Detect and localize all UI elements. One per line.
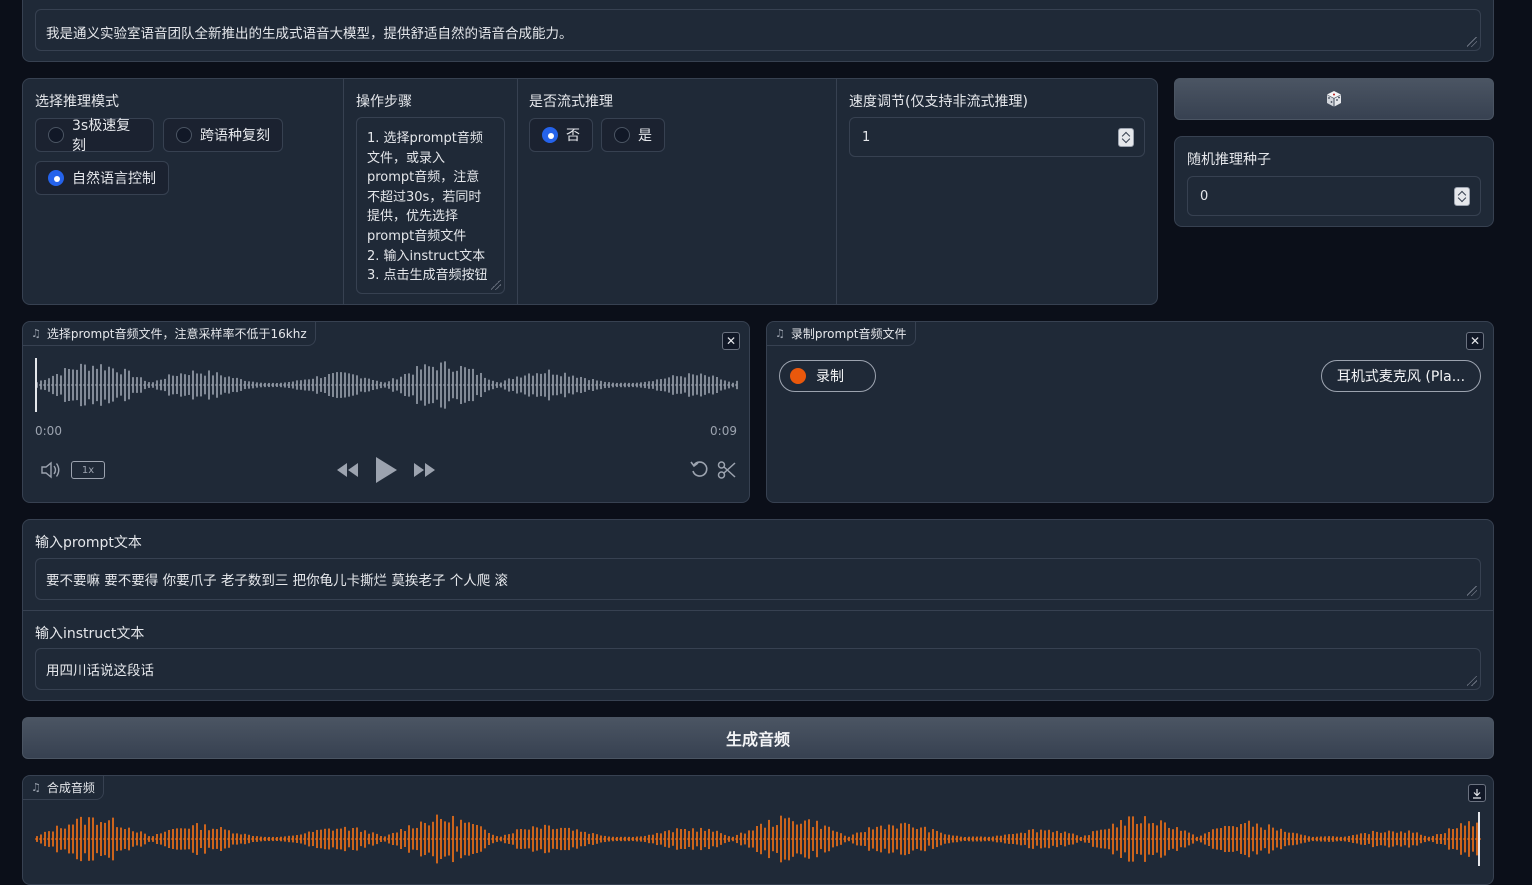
instruct-text-label: 输入instruct文本: [35, 626, 145, 642]
steps-label: 操作步骤: [356, 94, 412, 110]
clear-audio-button[interactable]: ✕: [722, 332, 740, 350]
playback-rate-label: 1x: [81, 465, 95, 476]
mode-option-cross-lingual[interactable]: 跨语种复刻: [163, 118, 283, 152]
generate-button-label: 生成音频: [725, 730, 790, 749]
resize-grip-icon[interactable]: [1467, 586, 1477, 596]
close-icon: ✕: [725, 334, 737, 348]
divider: [23, 610, 1493, 611]
music-note-icon: ♫: [31, 781, 41, 794]
prompt-text-label: 输入prompt文本: [35, 535, 142, 551]
mode-option-instruct[interactable]: 自然语言控制: [35, 161, 169, 195]
scissors-icon[interactable]: [717, 460, 737, 480]
random-seed-button[interactable]: [1174, 78, 1494, 120]
stream-option-label: 是: [638, 128, 652, 144]
prompt-waveform[interactable]: [35, 358, 739, 412]
steps-line: prompt音频，注意: [367, 170, 480, 186]
tts-text-value: 我是通义实验室语音团队全新推出的生成式语音大模型，提供舒适自然的语音合成能力。: [46, 26, 573, 42]
close-icon: ✕: [1469, 334, 1481, 348]
stream-label: 是否流式推理: [529, 94, 613, 110]
mode-option-label: 跨语种复刻: [200, 128, 270, 144]
stream-option-no[interactable]: 否: [529, 118, 593, 152]
mode-label: 选择推理模式: [35, 94, 119, 110]
steps-line: 1. 选择prompt音频: [367, 131, 483, 146]
volume-icon[interactable]: [40, 460, 62, 480]
music-note-icon: ♫: [31, 327, 41, 340]
mode-option-label: 3s极速复刻: [72, 118, 131, 154]
record-button-label: 录制: [816, 369, 844, 385]
time-start: 0:00: [35, 424, 62, 438]
seed-input[interactable]: 0: [1187, 176, 1481, 216]
dice-icon: [1327, 91, 1341, 107]
radio-dot-icon: [176, 127, 192, 143]
steps-line: 提供，优先选择: [367, 209, 459, 225]
steps-line: 3. 点击生成音频按钮: [367, 268, 488, 284]
record-dot-icon: [790, 368, 806, 384]
playback-rate-button[interactable]: 1x: [71, 461, 105, 479]
speed-input[interactable]: 1: [849, 117, 1145, 157]
prompt-text-value: 要不要嘛 要不要得 你要爪子 老子数到三 把你龟儿卡撕烂 莫挨老子 个人爬 滚: [46, 573, 509, 589]
speed-label: 速度调节(仅支持非流式推理): [849, 94, 1028, 110]
steps-line: 文件，或录入: [367, 150, 446, 166]
divider: [836, 79, 837, 304]
microphone-label: 耳机式麦克风 (Pla...: [1336, 369, 1466, 385]
download-icon: [1473, 788, 1481, 799]
reset-icon[interactable]: [690, 460, 710, 480]
record-panel: ♫ 录制prompt音频文件 ✕ 录制 耳机式麦克风 (Pla...: [766, 321, 1494, 503]
mode-option-label: 自然语言控制: [72, 171, 156, 187]
playhead-cursor[interactable]: [1478, 812, 1480, 866]
stream-option-label: 否: [566, 128, 580, 144]
rewind-icon[interactable]: [336, 461, 360, 479]
speed-value: 1: [862, 129, 871, 145]
record-tag: ♫ 录制prompt音频文件: [767, 322, 916, 346]
divider: [343, 79, 344, 304]
mode-option-3s[interactable]: 3s极速复刻: [35, 118, 154, 154]
output-audio-label: 合成音频: [46, 781, 95, 795]
settings-panel: 选择推理模式 3s极速复刻 跨语种复刻 自然语言控制 操作步骤 1. 选择pro…: [22, 78, 1158, 305]
steps-line: 2. 输入instruct文本: [367, 248, 486, 264]
resize-grip-icon[interactable]: [1467, 37, 1477, 47]
output-audio-panel: ♫ 合成音频: [22, 775, 1494, 885]
steps-line: prompt音频文件: [367, 228, 467, 244]
spinner-icon[interactable]: [1454, 187, 1470, 206]
seed-label: 随机推理种子: [1187, 152, 1271, 168]
prompt-audio-label: 选择prompt音频文件，注意采样率不低于16khz: [46, 327, 307, 341]
stream-option-yes[interactable]: 是: [601, 118, 665, 152]
instruct-text-value: 用四川话说这段话: [46, 663, 154, 679]
steps-line: 不超过30s，若同时: [367, 189, 482, 205]
resize-grip-icon[interactable]: [1467, 676, 1477, 686]
record-panel-label: 录制prompt音频文件: [790, 327, 907, 341]
output-audio-tag: ♫ 合成音频: [23, 776, 104, 800]
download-button[interactable]: [1468, 784, 1486, 802]
radio-dot-selected-icon: [542, 127, 558, 143]
resize-grip-icon[interactable]: [491, 280, 501, 290]
radio-dot-icon: [614, 127, 630, 143]
record-button[interactable]: 录制: [779, 360, 876, 392]
prompt-text-input[interactable]: 要不要嘛 要不要得 你要爪子 老子数到三 把你龟儿卡撕烂 莫挨老子 个人爬 滚: [35, 558, 1481, 600]
instruct-text-input[interactable]: 用四川话说这段话: [35, 648, 1481, 690]
clear-recording-button[interactable]: ✕: [1466, 332, 1484, 350]
radio-dot-icon: [48, 127, 64, 143]
time-end: 0:09: [710, 424, 737, 438]
fast-forward-icon[interactable]: [412, 461, 436, 479]
text-inputs-panel: 输入prompt文本 要不要嘛 要不要得 你要爪子 老子数到三 把你龟儿卡撕烂 …: [22, 519, 1494, 701]
seed-panel: 随机推理种子 0: [1174, 136, 1494, 227]
seed-value: 0: [1200, 188, 1209, 204]
playhead-cursor[interactable]: [35, 358, 37, 412]
tts-text-input[interactable]: 我是通义实验室语音团队全新推出的生成式语音大模型，提供舒适自然的语音合成能力。: [35, 9, 1481, 51]
tts-text-panel: 我是通义实验室语音团队全新推出的生成式语音大模型，提供舒适自然的语音合成能力。: [22, 0, 1494, 62]
steps-textarea[interactable]: 1. 选择prompt音频 文件，或录入 prompt音频，注意 不超过30s，…: [356, 117, 505, 294]
radio-dot-selected-icon: [48, 170, 64, 186]
microphone-select[interactable]: 耳机式麦克风 (Pla...: [1321, 360, 1481, 392]
generate-audio-button[interactable]: 生成音频: [22, 717, 1494, 759]
prompt-audio-tag: ♫ 选择prompt音频文件，注意采样率不低于16khz: [23, 322, 316, 346]
prompt-audio-panel: ♫ 选择prompt音频文件，注意采样率不低于16khz ✕ 0:00 0:09…: [22, 321, 750, 503]
music-note-icon: ♫: [775, 327, 785, 340]
play-icon[interactable]: [374, 456, 398, 484]
divider: [517, 79, 518, 304]
output-waveform[interactable]: [35, 812, 1481, 866]
spinner-icon[interactable]: [1118, 128, 1134, 147]
